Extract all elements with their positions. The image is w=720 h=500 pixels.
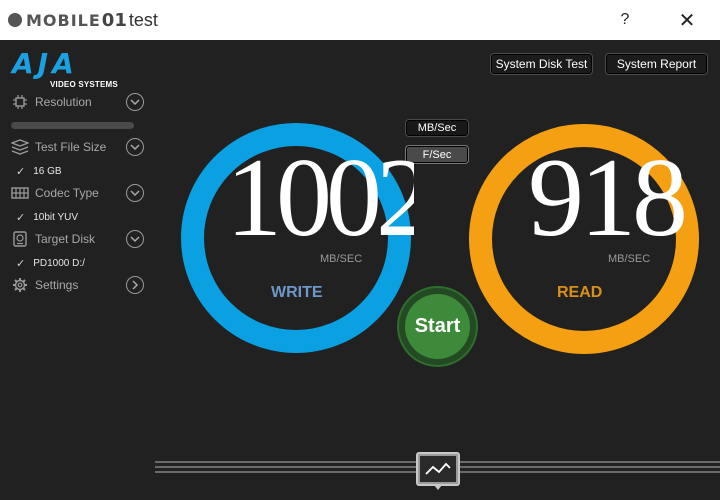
resolution-slider[interactable] <box>11 122 134 129</box>
check-icon: ✓ <box>16 212 26 224</box>
chevron-down-icon[interactable] <box>126 184 144 202</box>
f-sec-toggle[interactable]: F/Sec <box>405 145 469 164</box>
read-unit: MB/SEC <box>608 253 651 265</box>
window-title: test <box>128 9 158 30</box>
check-icon: ✓ <box>16 258 26 270</box>
sidebar-item-settings[interactable]: Settings <box>10 274 144 296</box>
read-speed-value: 918 <box>528 142 688 254</box>
read-label: READ <box>557 284 603 301</box>
sidebar-item-test-file-size[interactable]: Test File Size <box>10 136 144 158</box>
app-window: AJA VIDEO SYSTEMS Resolution Test File S… <box>0 40 720 500</box>
stack-icon <box>10 137 30 157</box>
start-button-label: Start <box>405 294 470 359</box>
system-disk-test-button[interactable]: System Disk Test <box>490 53 593 75</box>
graph-icon <box>420 456 456 482</box>
watermark: MOBILE 01 test <box>8 5 158 35</box>
selected-codec: ✓ 10bit YUV <box>16 211 78 224</box>
start-button[interactable]: Start <box>397 286 478 367</box>
write-speed-value: 1002 <box>226 142 414 254</box>
logo-subtitle: VIDEO SYSTEMS <box>50 80 118 89</box>
write-unit: MB/SEC <box>320 253 363 265</box>
chevron-down-icon[interactable] <box>126 230 144 248</box>
close-button[interactable]: ✕ <box>670 6 704 34</box>
disk-icon <box>10 229 30 249</box>
watermark-number: 01 <box>101 9 127 31</box>
watermark-logo-icon <box>8 13 22 27</box>
sidebar-label-test-file-size: Test File Size <box>35 140 107 154</box>
sidebar-label-target-disk: Target Disk <box>35 232 96 246</box>
chevron-right-icon[interactable] <box>126 276 144 294</box>
sidebar-label-settings: Settings <box>35 278 79 292</box>
selected-disk-value: PD1000 D:/ <box>33 258 85 269</box>
graph-button[interactable] <box>416 452 460 486</box>
aja-logo: AJA VIDEO SYSTEMS <box>12 47 130 91</box>
sidebar-item-resolution[interactable]: Resolution <box>10 91 144 113</box>
title-bar: MOBILE 01 test ? ✕ <box>0 0 720 40</box>
selected-codec-value: 10bit YUV <box>33 212 79 223</box>
chevron-down-icon[interactable] <box>126 138 144 156</box>
graph-pointer <box>434 485 442 490</box>
chip-icon <box>10 92 30 112</box>
sidebar-item-codec-type[interactable]: Codec Type <box>10 182 144 204</box>
sidebar-label-resolution: Resolution <box>35 95 92 109</box>
chevron-down-icon[interactable] <box>126 93 144 111</box>
logo-word: AJA <box>12 47 78 80</box>
selected-disk: ✓ PD1000 D:/ <box>16 257 85 270</box>
mb-sec-toggle[interactable]: MB/Sec <box>405 119 469 137</box>
sidebar-label-codec-type: Codec Type <box>35 186 99 200</box>
write-label: WRITE <box>271 284 323 301</box>
gear-icon <box>10 275 30 295</box>
selected-file-size: ✓ 16 GB <box>16 165 62 178</box>
codec-icon <box>10 183 30 203</box>
sidebar-item-target-disk[interactable]: Target Disk <box>10 228 144 250</box>
check-icon: ✓ <box>16 166 26 178</box>
help-button[interactable]: ? <box>608 6 642 34</box>
selected-file-size-value: 16 GB <box>33 166 62 177</box>
watermark-text: MOBILE <box>26 10 101 30</box>
system-report-button[interactable]: System Report <box>605 53 708 75</box>
